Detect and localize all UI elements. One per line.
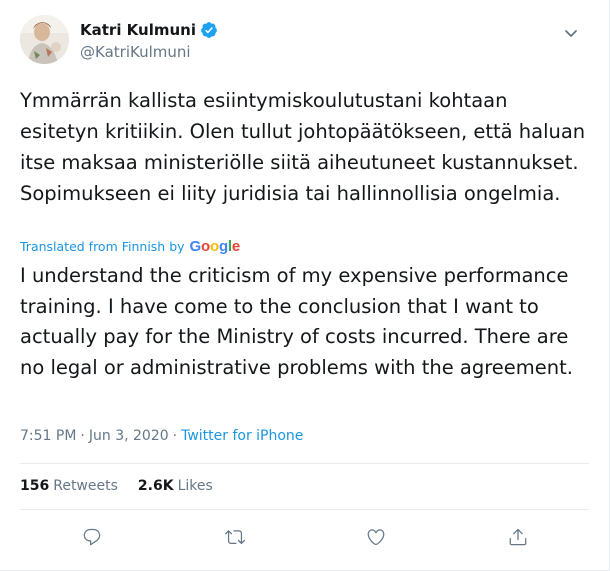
profile-photo-icon — [20, 15, 69, 64]
name-row[interactable]: Katri Kulmuni — [80, 21, 218, 39]
tweet-original-text: Ymmärrän kallista esiintymiskoulutustani… — [20, 89, 586, 205]
likes-stat[interactable]: 2.6K Likes — [138, 478, 213, 494]
avatar[interactable] — [20, 15, 69, 64]
google-logo: Google — [189, 238, 241, 255]
display-name[interactable]: Katri Kulmuni — [80, 21, 196, 39]
translation-notice[interactable]: Translated from Finnish by Google — [20, 238, 240, 255]
user-info: Katri Kulmuni @KatriKulmuni — [80, 21, 218, 61]
divider — [20, 463, 589, 464]
meta-separator: · — [80, 428, 85, 444]
meta-separator: · — [172, 428, 178, 444]
likes-label: Likes — [177, 478, 213, 494]
tweet-meta: 7:51 PM · Jun 3, 2020 · Twitter for iPho… — [20, 428, 303, 444]
user-handle[interactable]: @KatriKulmuni — [80, 43, 218, 61]
tweet-time[interactable]: 7:51 PM — [20, 428, 76, 444]
like-icon[interactable] — [361, 522, 391, 552]
chevron-down-icon[interactable] — [557, 19, 585, 47]
tweet-translated-text: I understand the criticism of my expensi… — [20, 264, 573, 379]
tweet-header: Katri Kulmuni @KatriKulmuni — [20, 15, 589, 71]
retweets-label: Retweets — [53, 478, 118, 494]
tweet-card: Katri Kulmuni @KatriKulmuni Ymmärrän kal… — [0, 0, 610, 571]
reply-icon[interactable] — [77, 522, 107, 552]
tweet-actions — [0, 522, 610, 552]
tweet-date[interactable]: Jun 3, 2020 — [89, 428, 169, 444]
retweets-count: 156 — [20, 478, 50, 494]
share-icon[interactable] — [503, 522, 533, 552]
divider — [20, 509, 589, 510]
retweets-stat[interactable]: 156 Retweets — [20, 478, 118, 494]
retweet-icon[interactable] — [220, 522, 250, 552]
likes-count: 2.6K — [137, 478, 174, 494]
tweet-stats: 156 Retweets 2.6K Likes — [20, 478, 233, 494]
tweet-source-link[interactable]: Twitter for iPhone — [181, 428, 303, 444]
translated-label: Translated from Finnish by — [20, 239, 185, 254]
verified-badge-icon — [200, 21, 218, 39]
